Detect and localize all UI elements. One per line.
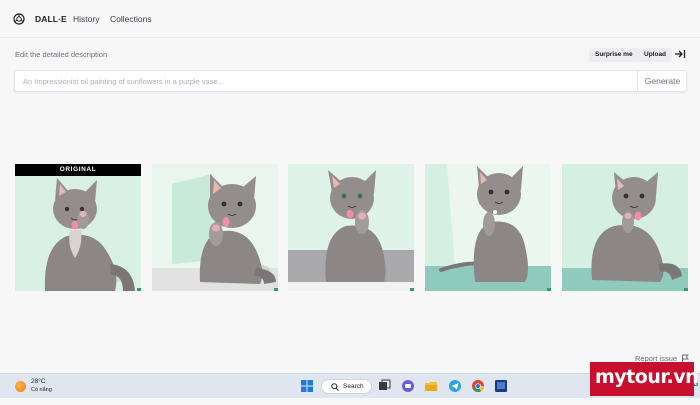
prompt-input[interactable] [23,71,633,91]
flag-icon [682,354,690,362]
watermark-logo: mytour.vn [590,362,699,396]
weather-temperature: 28°C [31,378,46,385]
prompt-box: Generate [14,70,687,92]
app-window-icon[interactable] [494,379,508,393]
task-view-icon[interactable] [377,379,391,393]
search-icon [331,383,339,391]
edit-description-label: Edit the detailed description [15,50,108,59]
kitten-image [425,164,551,291]
app-header: DALL·E History Collections [0,0,700,38]
image-tile-variation-3[interactable] [425,164,551,291]
image-tile-variation-1[interactable] [152,164,278,291]
taskbar-search[interactable]: Search [321,379,372,394]
image-tile-variation-2[interactable] [288,164,414,291]
watermark-text: mytour.vn [595,366,699,388]
brand-title[interactable]: DALL·E [35,14,67,24]
kitten-image [562,164,688,291]
kitten-image [288,164,414,291]
teams-chat-icon[interactable] [401,379,415,393]
collapse-arrow-icon[interactable] [674,48,686,60]
search-label: Search [343,383,364,390]
generate-button[interactable]: Generate [637,71,687,91]
image-tile-original[interactable]: ORIGINAL [15,164,141,291]
kitten-image [152,164,278,291]
original-badge: ORIGINAL [15,164,141,176]
telegram-icon[interactable] [448,379,462,393]
sun-weather-icon[interactable] [15,381,26,392]
openai-logo-icon[interactable] [13,13,25,25]
file-explorer-icon[interactable] [424,379,438,393]
upload-button[interactable]: Upload [638,48,673,62]
kitten-image [15,164,141,291]
chrome-icon[interactable] [471,379,485,393]
nav-history[interactable]: History [73,14,99,24]
windows-start-icon[interactable] [300,379,314,393]
nav-collections[interactable]: Collections [110,14,152,24]
surprise-me-button[interactable]: Surprise me [589,48,639,62]
weather-condition: Có nắng [31,387,52,393]
image-tile-variation-4[interactable] [562,164,688,291]
